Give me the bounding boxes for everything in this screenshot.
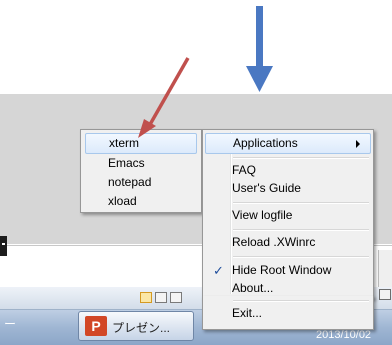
annotation-layer (138, 6, 273, 138)
blue-down-arrow-icon (246, 6, 273, 92)
red-pointer-arrow-icon (138, 57, 190, 138)
